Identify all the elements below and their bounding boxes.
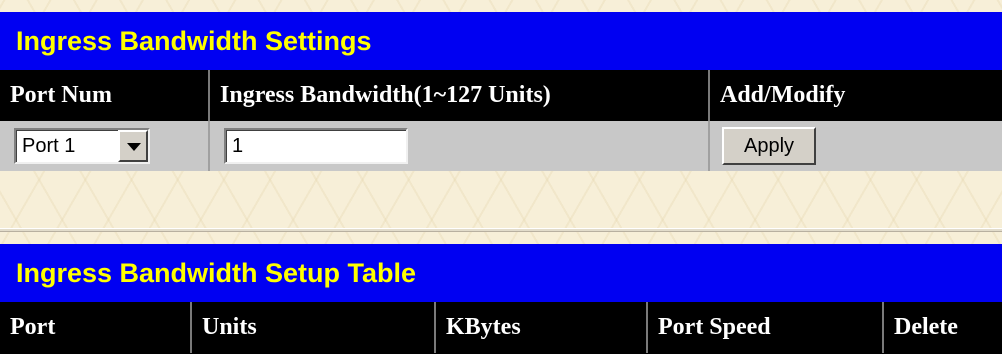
settings-input-row: Port 1 1 Apply bbox=[0, 121, 1002, 171]
col-add-modify: Add/Modify bbox=[708, 70, 1002, 121]
section-divider bbox=[0, 228, 1002, 232]
bandwidth-input[interactable]: 1 bbox=[224, 128, 408, 164]
chevron-down-icon[interactable] bbox=[118, 130, 148, 162]
apply-button[interactable]: Apply bbox=[722, 127, 816, 165]
col-delete: Delete bbox=[882, 302, 1002, 353]
bandwidth-cell: 1 bbox=[208, 121, 708, 171]
port-select-value: Port 1 bbox=[22, 135, 76, 157]
col-kbytes: KBytes bbox=[434, 302, 646, 353]
col-port-speed: Port Speed bbox=[646, 302, 882, 353]
port-cell: Port 1 bbox=[0, 121, 208, 171]
port-select[interactable]: Port 1 bbox=[14, 128, 150, 164]
col-port: Port bbox=[10, 314, 56, 340]
apply-cell: Apply bbox=[708, 121, 1002, 171]
col-port-num: Port Num bbox=[10, 82, 112, 108]
settings-column-headers: Port Num Ingress Bandwidth(1~127 Units) … bbox=[0, 70, 1002, 121]
settings-title: Ingress Bandwidth Settings bbox=[0, 12, 1002, 70]
table-column-headers: Port Units KBytes Port Speed Delete bbox=[0, 302, 1002, 354]
col-ingress-bandwidth: Ingress Bandwidth(1~127 Units) bbox=[208, 70, 708, 121]
table-title: Ingress Bandwidth Setup Table bbox=[0, 244, 1002, 302]
col-units: Units bbox=[190, 302, 434, 353]
